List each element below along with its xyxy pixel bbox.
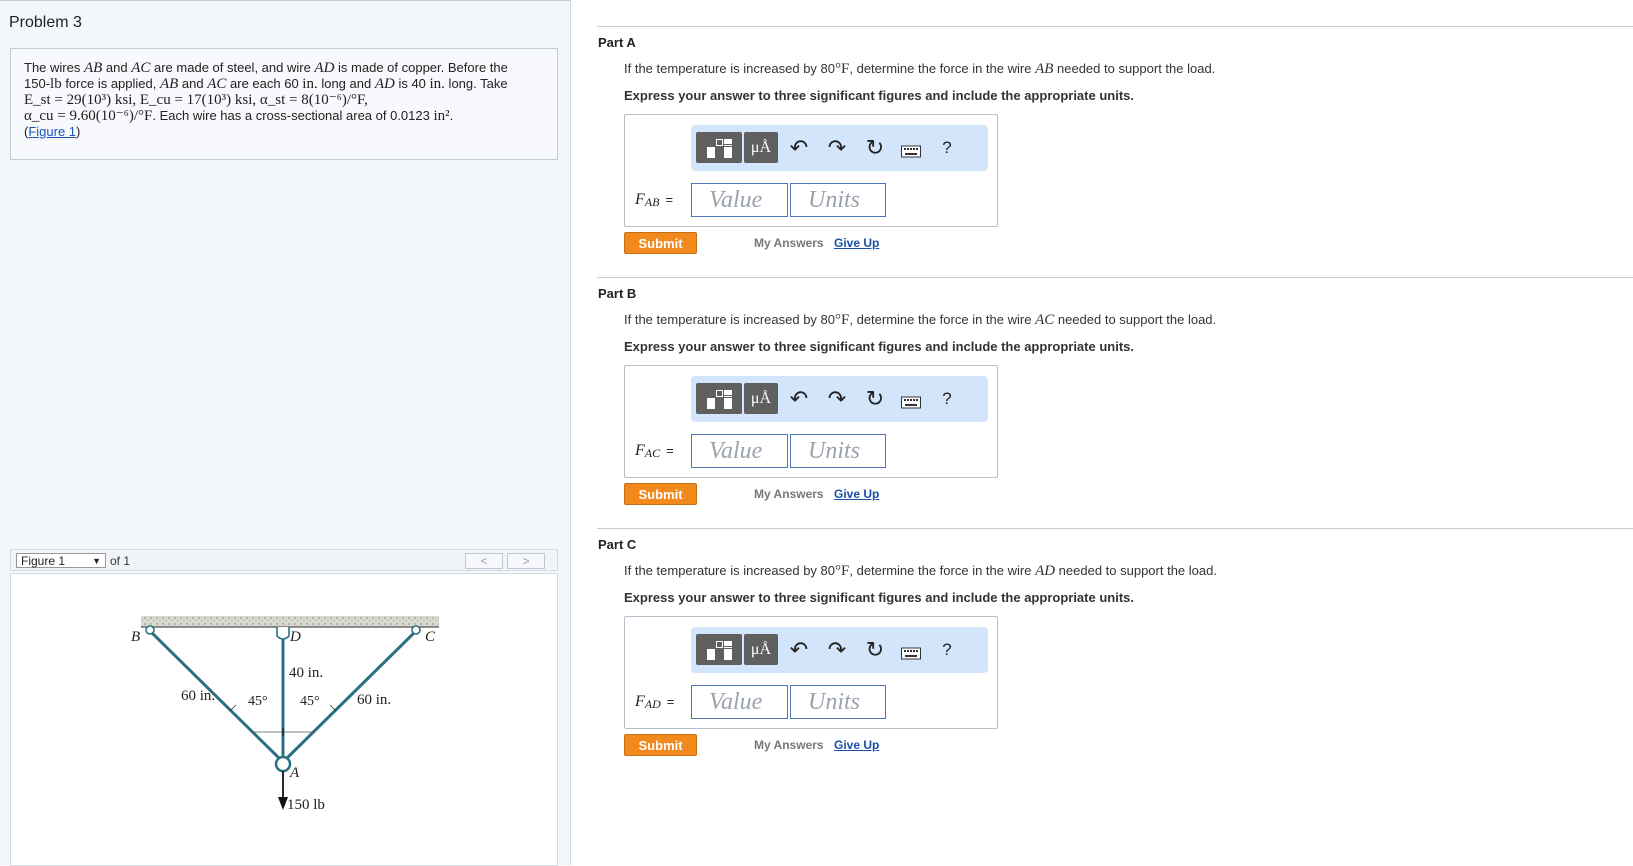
submit-button[interactable]: Submit bbox=[624, 734, 697, 756]
part-divider bbox=[597, 277, 1633, 278]
answer-box: μÅ ↶ ↷ ↻ ? FAB = Value Units bbox=[624, 114, 998, 227]
units-symbols-button[interactable]: μÅ bbox=[744, 383, 778, 414]
load-label: 150 lb bbox=[287, 797, 325, 813]
value-input[interactable]: Value bbox=[691, 434, 788, 468]
submit-button[interactable]: Submit bbox=[624, 232, 697, 254]
equation-toolbar: μÅ ↶ ↷ ↻ ? bbox=[691, 627, 988, 673]
redo-icon[interactable]: ↷ bbox=[825, 386, 849, 412]
problem-statement: The wires AB and AC are made of steel, a… bbox=[10, 48, 558, 160]
dropdown-arrow-icon: ▼ bbox=[92, 556, 101, 566]
templates-button[interactable] bbox=[696, 132, 742, 163]
submit-button[interactable]: Submit bbox=[624, 483, 697, 505]
units-input[interactable]: Units bbox=[790, 685, 886, 719]
reset-icon[interactable]: ↻ bbox=[863, 637, 887, 663]
figure-navigation: Figure 1 ▼ of 1 < > bbox=[10, 549, 558, 571]
question-text: If the temperature is increased by 80°F,… bbox=[624, 563, 1217, 579]
help-button[interactable]: ? bbox=[935, 386, 959, 412]
units-input[interactable]: Units bbox=[790, 183, 886, 217]
figure-panel: B C D A 40 in. 60 in. 60 in. 45° 45° 150… bbox=[10, 573, 558, 866]
angle-left: 45° bbox=[248, 694, 268, 709]
answer-variable: FAD = bbox=[635, 693, 675, 711]
reset-icon[interactable]: ↻ bbox=[863, 135, 887, 161]
templates-button[interactable] bbox=[696, 383, 742, 414]
keyboard-icon[interactable] bbox=[899, 139, 923, 165]
part-divider bbox=[597, 26, 1633, 27]
label-c: C bbox=[425, 629, 436, 645]
part-label: Part A bbox=[598, 35, 636, 50]
units-symbols-button[interactable]: μÅ bbox=[744, 132, 778, 163]
give-up-link[interactable]: Give Up bbox=[834, 236, 879, 250]
label-a: A bbox=[289, 765, 300, 781]
truss-figure: B C D A 40 in. 60 in. 60 in. 45° 45° 150… bbox=[131, 616, 439, 813]
ring-a bbox=[274, 755, 292, 773]
problem-title: Problem 3 bbox=[9, 14, 82, 31]
answer-instruction: Express your answer to three significant… bbox=[624, 339, 1134, 354]
my-answers-link[interactable]: My Answers bbox=[754, 236, 824, 250]
answer-variable: FAC = bbox=[635, 442, 674, 460]
part-divider bbox=[597, 528, 1633, 529]
question-text: If the temperature is increased by 80°F,… bbox=[624, 312, 1217, 328]
part-label: Part B bbox=[598, 286, 637, 301]
answer-box: μÅ ↶ ↷ ↻ ? FAD = Value Units bbox=[624, 616, 998, 729]
length-ab: 60 in. bbox=[181, 688, 215, 704]
answer-box: μÅ ↶ ↷ ↻ ? FAC = Value Units bbox=[624, 365, 998, 478]
units-symbols-button[interactable]: μÅ bbox=[744, 634, 778, 665]
part-label: Part C bbox=[598, 537, 637, 552]
material-constants: E_st = 29(10³) ksi, E_cu = 17(10³) ksi, … bbox=[24, 92, 368, 108]
undo-icon[interactable]: ↶ bbox=[787, 637, 811, 663]
figure-count: of 1 bbox=[110, 554, 131, 568]
keyboard-icon[interactable] bbox=[899, 390, 923, 416]
answer-variable: FAB = bbox=[635, 191, 674, 209]
angle-right: 45° bbox=[300, 694, 320, 709]
label-d: D bbox=[289, 629, 301, 645]
equation-toolbar: μÅ ↶ ↷ ↻ ? bbox=[691, 125, 988, 171]
equation-toolbar: μÅ ↶ ↷ ↻ ? bbox=[691, 376, 988, 422]
value-input[interactable]: Value bbox=[691, 685, 788, 719]
question-text: If the temperature is increased by 80°F,… bbox=[624, 61, 1216, 77]
copper-expansion: α_cu = 9.60(10⁻⁶)/°F bbox=[24, 108, 153, 124]
give-up-link[interactable]: Give Up bbox=[834, 738, 879, 752]
figure-select[interactable]: Figure 1 ▼ bbox=[16, 553, 106, 568]
figure-link[interactable]: Figure 1 bbox=[28, 124, 76, 139]
redo-icon[interactable]: ↷ bbox=[825, 135, 849, 161]
keyboard-icon[interactable] bbox=[899, 641, 923, 667]
undo-icon[interactable]: ↶ bbox=[787, 386, 811, 412]
templates-button[interactable] bbox=[696, 634, 742, 665]
length-ad: 40 in. bbox=[289, 665, 323, 681]
give-up-link[interactable]: Give Up bbox=[834, 487, 879, 501]
answer-instruction: Express your answer to three significant… bbox=[624, 590, 1134, 605]
ceiling bbox=[141, 616, 439, 627]
answer-instruction: Express your answer to three significant… bbox=[624, 88, 1134, 103]
next-figure-button[interactable]: > bbox=[507, 553, 545, 569]
prev-figure-button[interactable]: < bbox=[465, 553, 503, 569]
units-input[interactable]: Units bbox=[790, 434, 886, 468]
help-button[interactable]: ? bbox=[935, 637, 959, 663]
problem-panel: Problem 3 The wires AB and AC are made o… bbox=[0, 0, 571, 866]
reset-icon[interactable]: ↻ bbox=[863, 386, 887, 412]
length-ac: 60 in. bbox=[357, 692, 391, 708]
my-answers-link[interactable]: My Answers bbox=[754, 487, 824, 501]
undo-icon[interactable]: ↶ bbox=[787, 135, 811, 161]
redo-icon[interactable]: ↷ bbox=[825, 637, 849, 663]
my-answers-link[interactable]: My Answers bbox=[754, 738, 824, 752]
label-b: B bbox=[131, 629, 140, 645]
help-button[interactable]: ? bbox=[935, 135, 959, 161]
value-input[interactable]: Value bbox=[691, 183, 788, 217]
